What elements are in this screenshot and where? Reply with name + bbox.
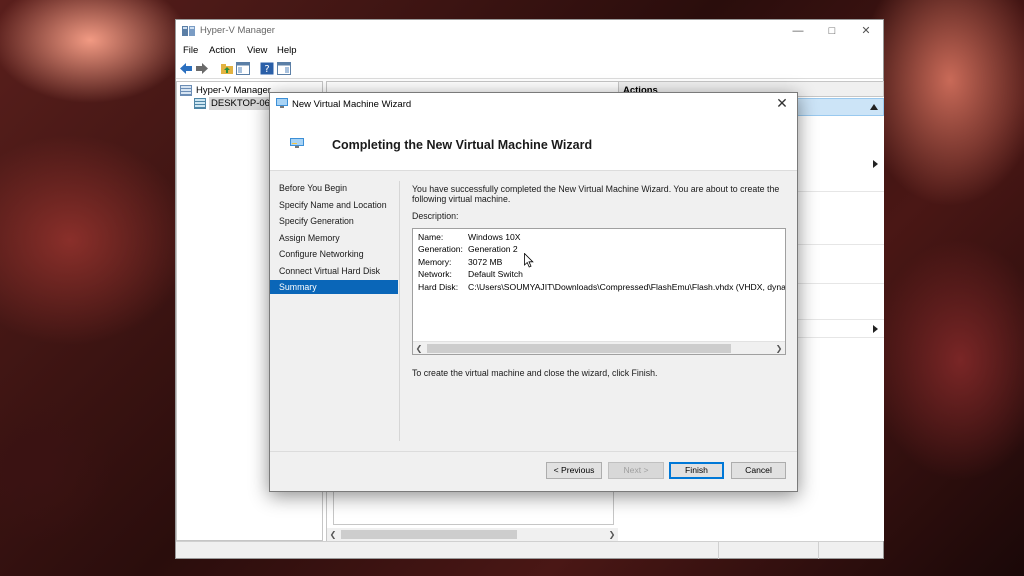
summary-value: Windows 10X	[468, 232, 521, 242]
folder-up-icon[interactable]	[220, 62, 234, 75]
intro-text-line1: You have successfully completed the New …	[412, 184, 780, 194]
step-summary[interactable]: Summary	[270, 280, 398, 294]
virtual-machine-icon	[290, 138, 304, 148]
collapse-up-icon[interactable]	[870, 104, 878, 110]
mouse-cursor-icon	[524, 253, 534, 268]
step-specify-generation[interactable]: Specify Generation	[270, 214, 398, 228]
scroll-right-icon[interactable]: ❯	[606, 528, 618, 541]
summary-description-box[interactable]: Name: Windows 10X Generation: Generation…	[412, 228, 786, 355]
finish-hint-text: To create the virtual machine and close …	[412, 368, 658, 378]
center-horizontal-scrollbar[interactable]: ❮ ❯	[327, 528, 618, 541]
menu-action[interactable]: Action	[209, 45, 235, 56]
summary-horizontal-scrollbar[interactable]: ❮ ❯	[413, 341, 785, 354]
back-arrow-icon[interactable]	[179, 62, 193, 75]
step-connect-virtual-hard-disk[interactable]: Connect Virtual Hard Disk	[270, 264, 398, 278]
cancel-button[interactable]: Cancel	[731, 462, 786, 479]
hyperv-app-icon	[182, 26, 195, 36]
menu-view[interactable]: View	[247, 45, 267, 56]
help-icon[interactable]: ?	[260, 62, 274, 75]
hyperv-window-title: Hyper-V Manager	[200, 25, 275, 36]
summary-label: Hard Disk:	[418, 282, 459, 292]
status-divider	[718, 542, 719, 559]
status-divider-2	[818, 542, 819, 559]
minimize-icon[interactable]: —	[781, 20, 815, 42]
step-specify-name-location[interactable]: Specify Name and Location	[270, 198, 398, 212]
intro-text-line2: following virtual machine.	[412, 194, 511, 204]
previous-button[interactable]: < Previous	[546, 462, 602, 479]
status-bar	[176, 541, 883, 559]
menu-help[interactable]: Help	[277, 45, 297, 56]
toolbar: ?	[176, 59, 883, 79]
center-scroll-thumb[interactable]	[341, 530, 517, 539]
wizard-titlebar: New Virtual Machine Wizard ✕	[270, 93, 797, 115]
new-vm-wizard-dialog: New Virtual Machine Wizard ✕ Completing …	[269, 92, 798, 492]
hyperv-titlebar: Hyper-V Manager — □ ✕	[176, 20, 883, 42]
summary-value: Default Switch	[468, 269, 523, 279]
maximize-icon[interactable]: □	[815, 20, 849, 42]
hyperv-manager-icon	[180, 85, 192, 96]
next-button[interactable]: Next >	[608, 462, 664, 479]
wizard-title: New Virtual Machine Wizard	[292, 99, 412, 110]
step-configure-networking[interactable]: Configure Networking	[270, 247, 398, 261]
wizard-nav-divider	[399, 181, 400, 441]
show-hide-tree-icon[interactable]	[236, 62, 250, 75]
summary-label: Network:	[418, 269, 452, 279]
finish-button[interactable]: Finish	[669, 462, 724, 479]
close-icon[interactable]: ✕	[849, 20, 883, 42]
wizard-app-icon	[276, 98, 288, 108]
scroll-left-icon[interactable]: ❮	[327, 528, 339, 541]
svg-text:?: ?	[264, 64, 269, 75]
step-assign-memory[interactable]: Assign Memory	[270, 231, 398, 245]
forward-arrow-icon[interactable]	[195, 62, 209, 75]
description-label: Description:	[412, 211, 459, 221]
submenu-arrow-icon[interactable]	[873, 160, 878, 168]
menu-file[interactable]: File	[183, 45, 198, 56]
wizard-close-icon[interactable]: ✕	[767, 93, 797, 115]
tree-label-hyperv-manager: Hyper-V Manager	[196, 85, 271, 96]
summary-label: Memory:	[418, 257, 452, 267]
wizard-header: Completing the New Virtual Machine Wizar…	[270, 115, 797, 171]
summary-label: Generation:	[418, 244, 463, 254]
summary-label: Name:	[418, 232, 444, 242]
summary-value: C:\Users\SOUMYAJIT\Downloads\Compressed\…	[468, 282, 786, 292]
summary-value: 3072 MB	[468, 257, 503, 267]
scroll-left-icon[interactable]: ❮	[413, 342, 425, 354]
summary-value: Generation 2	[468, 244, 518, 254]
wizard-footer-divider	[270, 451, 797, 452]
server-icon	[194, 98, 206, 109]
show-hide-action-pane-icon[interactable]	[277, 62, 291, 75]
submenu-arrow-icon-2[interactable]	[873, 325, 878, 333]
menu-bar: File Action View Help	[176, 42, 883, 58]
wizard-heading: Completing the New Virtual Machine Wizar…	[332, 138, 593, 152]
summary-scroll-thumb[interactable]	[427, 344, 731, 353]
step-before-you-begin[interactable]: Before You Begin	[270, 181, 398, 195]
scroll-right-icon[interactable]: ❯	[773, 342, 785, 354]
